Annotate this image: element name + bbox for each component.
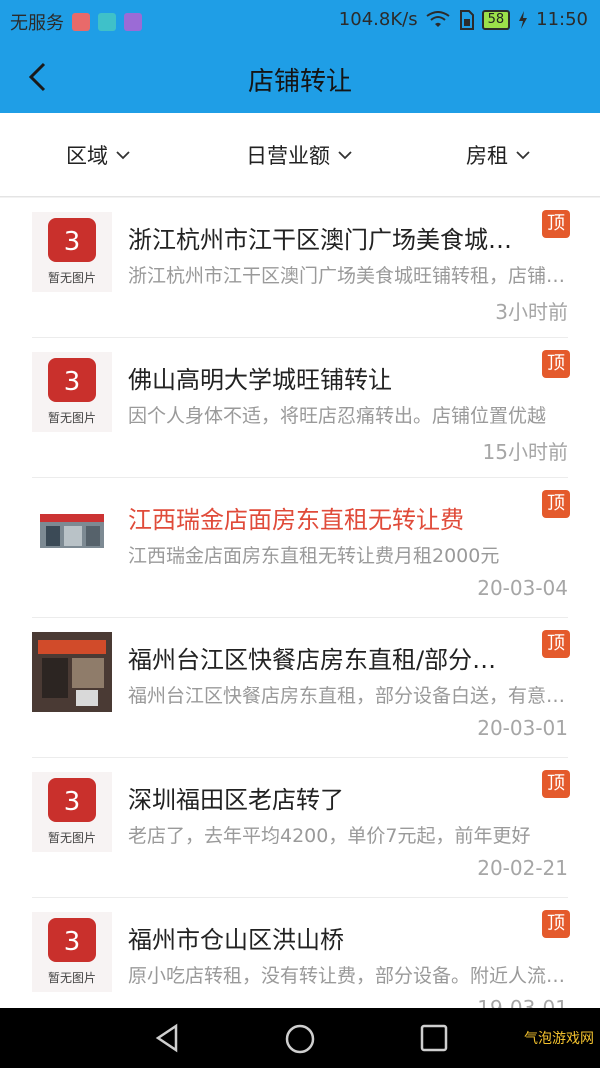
carrier-text: 无服务: [10, 13, 64, 34]
storefront-photo: [32, 632, 112, 712]
home-circle-icon[interactable]: [284, 1023, 316, 1055]
list-item[interactable]: 福州台江区快餐店房东直租/部分设备白送 福州台江区快餐店房东直租，部分设备白送，…: [0, 618, 600, 758]
list-item[interactable]: 3 暂无图片 深圳福田区老店转了 老店了，去年平均4200，单价7元起，前年更好…: [0, 758, 600, 898]
list-item[interactable]: 3 暂无图片 佛山高明大学城旺铺转让 因个人身体不适，将旺店忍痛转出。店铺位置优…: [0, 338, 600, 478]
svg-text:暂无图片: 暂无图片: [48, 831, 96, 845]
listing-description: 浙江杭州市江干区澳门广场美食城旺铺转租，店铺位置好: [128, 265, 568, 287]
filter-label: 房租: [466, 144, 508, 168]
list-item[interactable]: 3 暂无图片 福州市仓山区洪山桥 原小吃店转租，没有转让费，部分设备。附近人流量…: [0, 898, 600, 1008]
placeholder-thumbnail: 3 暂无图片: [32, 212, 112, 292]
top-badge: 顶: [542, 490, 570, 518]
app-icon-purple: [124, 13, 142, 31]
listing-title: 深圳福田区老店转了: [128, 786, 344, 814]
chevron-down-icon: [516, 151, 530, 160]
svg-text:3: 3: [64, 927, 81, 957]
top-badge: 顶: [542, 350, 570, 378]
svg-text:暂无图片: 暂无图片: [48, 271, 96, 285]
filter-bar: 区域 日营业额 房租: [0, 113, 600, 197]
watermark: 气泡游戏网: [524, 1031, 594, 1047]
svg-text:暂无图片: 暂无图片: [48, 411, 96, 425]
filter-rent[interactable]: 房租: [466, 140, 530, 170]
svg-text:3: 3: [64, 227, 81, 257]
system-nav-bar: 气泡游戏网: [0, 1008, 600, 1068]
listing-title: 佛山高明大学城旺铺转让: [128, 366, 392, 394]
listing-description: 原小吃店转租，没有转让费，部分设备。附近人流量大: [128, 965, 568, 987]
placeholder-thumbnail: 3 暂无图片: [32, 912, 112, 992]
top-badge: 顶: [542, 630, 570, 658]
listing-description: 江西瑞金店面房东直租无转让费月租2000元: [128, 545, 500, 567]
storefront-photo: [32, 492, 112, 572]
listing-time: 19-03-01: [477, 996, 568, 1008]
back-triangle-icon[interactable]: [152, 1023, 182, 1053]
placeholder-thumbnail: 3 暂无图片: [32, 772, 112, 852]
svg-text:3: 3: [64, 367, 81, 397]
status-bar: 无服务 104.8K/s 58 11:50: [0, 0, 600, 42]
placeholder-thumbnail: 3 暂无图片: [32, 352, 112, 432]
listing-time: 20-03-01: [477, 716, 568, 740]
svg-text:暂无图片: 暂无图片: [48, 971, 96, 985]
list-item[interactable]: 江西瑞金店面房东直租无转让费 江西瑞金店面房东直租无转让费月租2000元 20-…: [0, 478, 600, 618]
charging-icon: [519, 10, 528, 29]
battery-icon: 58: [481, 9, 511, 30]
listing-title: 浙江杭州市江干区澳门广场美食城旺铺转让: [128, 226, 516, 254]
recents-square-icon[interactable]: [419, 1023, 449, 1053]
top-badge: 顶: [542, 910, 570, 938]
nav-bar: 店铺转让: [0, 42, 600, 113]
wifi-icon: [425, 10, 450, 27]
app-icon-teal: [98, 13, 116, 31]
filter-label: 日营业额: [246, 144, 330, 168]
app-icon-red: [72, 13, 90, 31]
page-title: 店铺转让: [247, 67, 352, 97]
listing-time: 20-03-04: [477, 576, 568, 600]
filter-daily-revenue[interactable]: 日营业额: [246, 140, 352, 170]
network-speed: 104.8K/s: [338, 9, 418, 30]
chevron-down-icon: [338, 151, 352, 160]
filter-region[interactable]: 区域: [66, 140, 130, 170]
filter-label: 区域: [66, 144, 108, 168]
listing-title: 江西瑞金店面房东直租无转让费: [128, 506, 464, 534]
chevron-down-icon: [116, 151, 130, 160]
sim-icon: [459, 9, 474, 30]
svg-text:3: 3: [64, 787, 81, 817]
listing-description: 因个人身体不适，将旺店忍痛转出。店铺位置优越: [128, 405, 547, 427]
clock: 11:50: [536, 9, 588, 30]
app-header: 无服务 104.8K/s 58 11:50 店铺转让: [0, 0, 600, 113]
listing-time: 15小时前: [482, 440, 568, 464]
listing-description: 老店了，去年平均4200，单价7元起，前年更好: [128, 825, 531, 847]
listing-time: 20-02-21: [477, 856, 568, 880]
listing-title: 福州台江区快餐店房东直租/部分设备白送: [128, 646, 516, 674]
top-badge: 顶: [542, 210, 570, 238]
listing-time: 3小时前: [495, 300, 568, 324]
top-badge: 顶: [542, 770, 570, 798]
list-item[interactable]: 3 暂无图片 浙江杭州市江干区澳门广场美食城旺铺转让 浙江杭州市江干区澳门广场美…: [0, 198, 600, 338]
listing-description: 福州台江区快餐店房东直租，部分设备白送，有意者联系: [128, 685, 568, 707]
listing-list: 3 暂无图片 浙江杭州市江干区澳门广场美食城旺铺转让 浙江杭州市江干区澳门广场美…: [0, 198, 600, 1008]
listing-title: 福州市仓山区洪山桥: [128, 926, 344, 954]
